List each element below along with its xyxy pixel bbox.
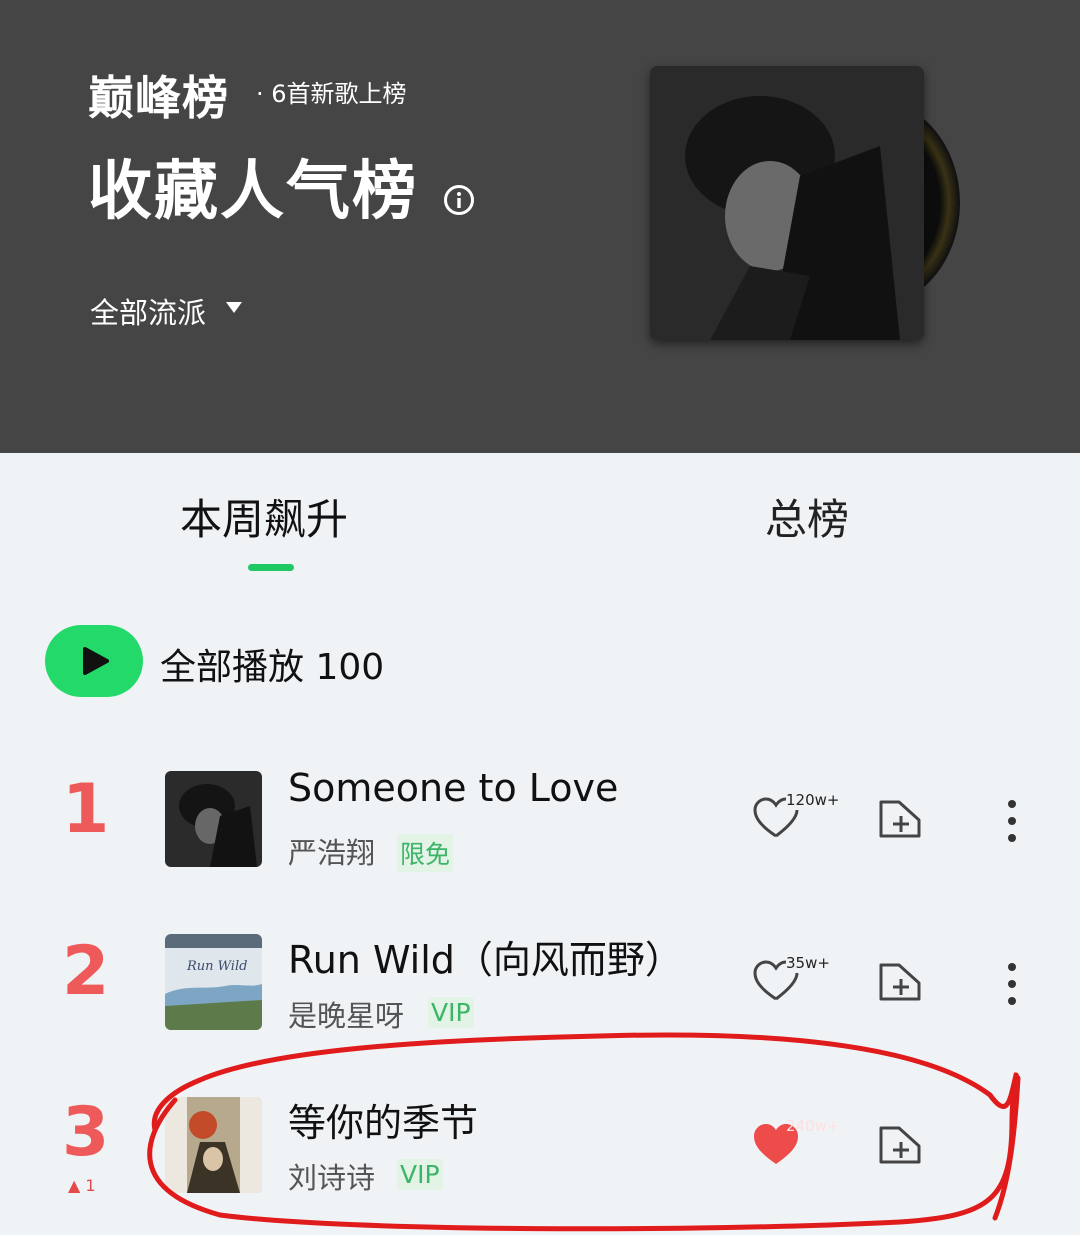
red-circle-annotation bbox=[147, 1032, 1021, 1232]
